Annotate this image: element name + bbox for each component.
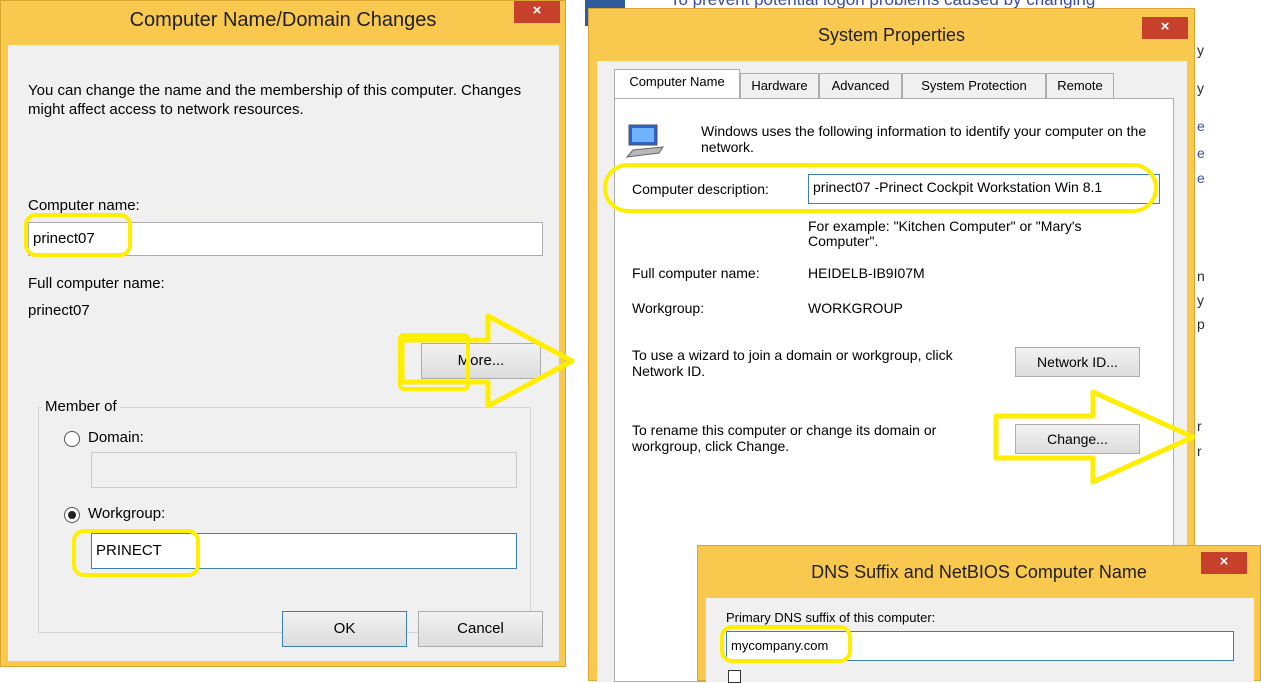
domain-radio[interactable] <box>64 431 80 447</box>
workgroup-value: WORKGROUP <box>808 300 903 316</box>
workgroup-radio[interactable] <box>64 507 80 523</box>
dns-suffix-label: Primary DNS suffix of this computer: <box>726 610 936 625</box>
checkbox-checked-icon[interactable] <box>728 670 741 683</box>
network-id-button[interactable]: Network ID... <box>1015 347 1140 377</box>
background-fragment: y <box>1197 42 1204 58</box>
workgroup-label: Workgroup: <box>88 505 166 522</box>
network-id-text: To use a wizard to join a domain or work… <box>632 347 953 379</box>
info-text: Windows uses the following information t… <box>701 123 1147 155</box>
tab-hardware[interactable]: Hardware <box>740 73 819 98</box>
tab-remote[interactable]: Remote <box>1046 73 1114 98</box>
tab-system-protection[interactable]: System Protection <box>902 73 1046 98</box>
background-fragment: p <box>1197 316 1205 332</box>
computer-description-label: Computer description: <box>632 181 769 197</box>
dns-suffix-dialog: DNS Suffix and NetBIOS Computer Name × P… <box>697 545 1261 683</box>
member-of-label: Member of <box>42 398 120 415</box>
dns-suffix-input[interactable]: mycompany.com <box>726 631 1234 661</box>
computer-icon <box>625 124 665 158</box>
dialog-title: DNS Suffix and NetBIOS Computer Name <box>811 562 1147 582</box>
close-icon[interactable]: × <box>514 1 560 23</box>
arrow-right-icon <box>400 313 575 409</box>
domain-label: Domain: <box>88 429 144 446</box>
full-computer-name-value: HEIDELB-IB9I07M <box>808 265 925 281</box>
dialog-title: Computer Name/Domain Changes <box>129 9 437 31</box>
background-fragment: n <box>1197 268 1205 284</box>
tab-advanced[interactable]: Advanced <box>819 73 902 98</box>
background-fragment: e <box>1197 145 1205 161</box>
dialog-title: System Properties <box>817 25 966 45</box>
intro-text: You can change the name and the membersh… <box>28 82 522 118</box>
example-text: For example: "Kitchen Computer" or "Mary… <box>808 218 1082 249</box>
radio-selected-dot <box>68 511 76 519</box>
close-icon[interactable]: × <box>1142 17 1188 39</box>
tab-computer-name[interactable]: Computer Name <box>614 69 740 99</box>
full-computer-name-label: Full computer name: <box>28 275 165 292</box>
full-computer-name-value: prinect07 <box>28 302 90 319</box>
full-computer-name-label: Full computer name: <box>632 265 760 281</box>
workgroup-label: Workgroup: <box>632 300 705 316</box>
computer-name-label: Computer name: <box>28 197 140 214</box>
computer-description-input[interactable]: prinect07 -Prinect Cockpit Workstation W… <box>808 174 1160 204</box>
background-fragment: e <box>1197 170 1205 186</box>
workgroup-input[interactable]: PRINECT <box>91 533 517 569</box>
computer-name-input[interactable]: prinect07 <box>28 222 543 256</box>
arrow-right-icon <box>993 389 1196 485</box>
domain-input[interactable] <box>91 452 517 488</box>
ok-button[interactable]: OK <box>282 611 407 647</box>
rename-text: To rename this computer or change its do… <box>632 422 937 454</box>
background-fragment: y <box>1197 292 1204 308</box>
cancel-button[interactable]: Cancel <box>418 611 543 647</box>
close-icon[interactable]: × <box>1201 552 1247 574</box>
background-fragment: y <box>1197 80 1204 96</box>
dialog-client-area: Primary DNS suffix of this computer: myc… <box>706 598 1254 683</box>
background-fragment: e <box>1197 118 1205 134</box>
